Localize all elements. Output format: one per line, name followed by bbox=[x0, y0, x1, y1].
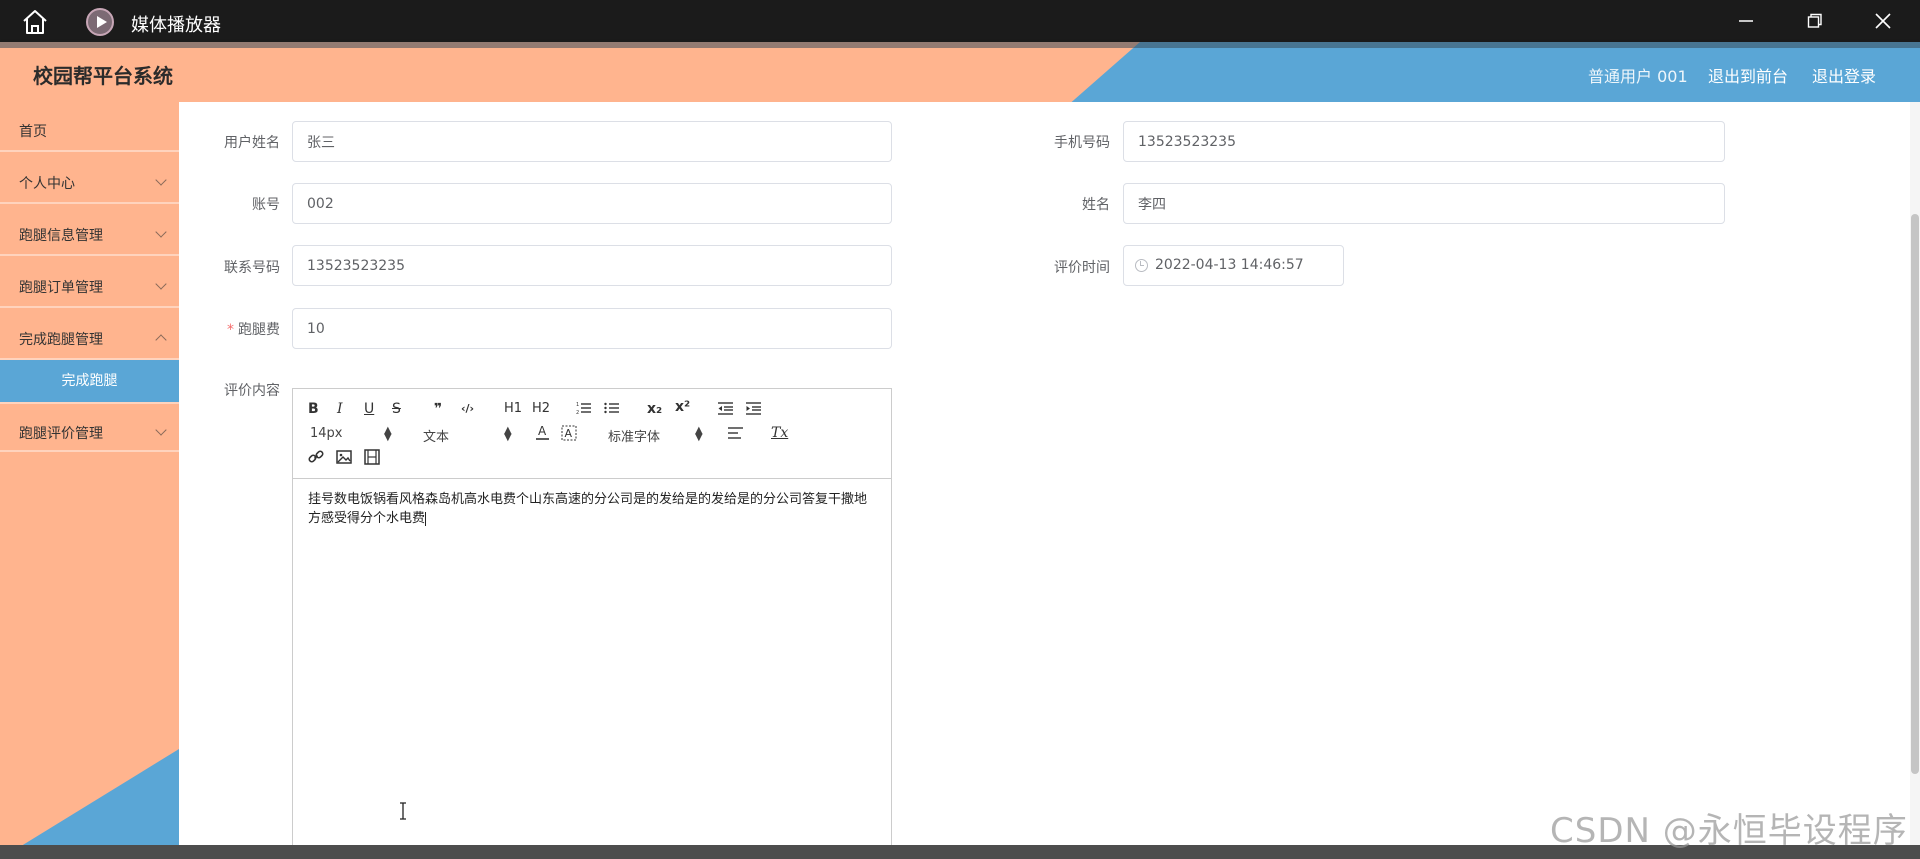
indent-icon[interactable] bbox=[746, 401, 762, 419]
window-titlebar: 媒体播放器 bbox=[0, 0, 1920, 42]
scrollbar-thumb[interactable] bbox=[1911, 214, 1919, 774]
window-title: 媒体播放器 bbox=[131, 15, 221, 36]
blockquote-button[interactable]: ❞ bbox=[434, 401, 442, 417]
image-icon[interactable] bbox=[336, 449, 352, 469]
svg-text:A: A bbox=[538, 425, 547, 438]
close-button[interactable] bbox=[1853, 0, 1913, 42]
media-player-icon bbox=[86, 8, 114, 36]
link-icon[interactable] bbox=[308, 449, 324, 469]
strike-button[interactable]: S bbox=[392, 401, 401, 417]
sidebar-item-errand-orders[interactable]: 跑腿订单管理 bbox=[0, 258, 179, 308]
outdent-icon[interactable] bbox=[718, 401, 734, 419]
text-caret bbox=[425, 511, 427, 526]
font-size-select[interactable]: 14px ▲ ▼ bbox=[310, 425, 394, 443]
video-icon[interactable] bbox=[364, 449, 380, 469]
bold-button[interactable]: B bbox=[308, 401, 319, 417]
clean-format-button[interactable]: Tx bbox=[771, 425, 788, 441]
bullet-list-icon[interactable] bbox=[604, 401, 620, 419]
font-family-select[interactable]: 标准字体 ▲ ▼ bbox=[608, 425, 704, 446]
review-time-value: 2022-04-13 14:46:57 bbox=[1155, 257, 1304, 273]
clock-icon bbox=[1135, 259, 1148, 272]
watermark-text: CSDN @永恒毕设程序 bbox=[1550, 811, 1908, 851]
chevron-down-icon bbox=[155, 278, 167, 290]
sidebar-item-label: 个人中心 bbox=[19, 176, 75, 192]
header1-button[interactable]: H1 bbox=[504, 401, 522, 417]
align-left-icon[interactable] bbox=[728, 426, 744, 444]
account-label: 账号 bbox=[252, 197, 280, 213]
home-icon[interactable] bbox=[20, 9, 50, 35]
vertical-scrollbar[interactable] bbox=[1910, 102, 1920, 859]
ordered-list-icon[interactable]: 12 bbox=[576, 401, 592, 419]
current-user-label: 普通用户 001 bbox=[1588, 67, 1688, 86]
app-header: 校园帮平台系统 普通用户 001 退出到前台 退出登录 bbox=[0, 42, 1920, 102]
sidebar-item-label: 首页 bbox=[19, 124, 47, 140]
chevron-down-icon bbox=[155, 424, 167, 436]
editor-toolbar: B I U S ❞ ‹/› H1 H2 12 x₂ x² 14px ▲ ▼ 文本 … bbox=[293, 389, 891, 479]
restore-button[interactable] bbox=[1785, 0, 1845, 42]
select-arrows-icon: ▲ ▼ bbox=[695, 425, 703, 443]
header-top-stripe bbox=[0, 42, 1920, 48]
svg-text:1: 1 bbox=[576, 402, 579, 408]
rich-text-editor[interactable]: B I U S ❞ ‹/› H1 H2 12 x₂ x² 14px ▲ ▼ 文本 … bbox=[292, 388, 892, 859]
chevron-up-icon bbox=[155, 334, 167, 346]
sidebar-decoration bbox=[0, 749, 179, 859]
header-select[interactable]: 文本 ▲ ▼ bbox=[423, 425, 513, 446]
editor-content[interactable]: 挂号数电饭锅看风格森岛机高水电费个山东高速的分公司是的发给是的发给是的分公司答复… bbox=[308, 490, 878, 528]
sidebar-item-errand-reviews[interactable]: 跑腿评价管理 bbox=[0, 402, 179, 452]
review-time-label: 评价时间 bbox=[1054, 260, 1110, 276]
select-arrows-icon: ▲ ▼ bbox=[504, 425, 512, 443]
sidebar-item-label: 跑腿信息管理 bbox=[19, 228, 103, 244]
header2-button[interactable]: H2 bbox=[532, 401, 550, 417]
chevron-down-icon bbox=[155, 226, 167, 238]
username-label: 用户姓名 bbox=[224, 135, 280, 151]
review-content-label: 评价内容 bbox=[224, 383, 280, 399]
fee-input[interactable] bbox=[292, 308, 892, 349]
contact-input[interactable] bbox=[292, 245, 892, 286]
sidebar-item-home[interactable]: 首页 bbox=[0, 102, 179, 152]
editor-text: 挂号数电饭锅看风格森岛机高水电费个山东高速的分公司是的发给是的发给是的分公司答复… bbox=[308, 492, 868, 526]
svg-text:2: 2 bbox=[576, 410, 579, 415]
sidebar-item-completed-errands[interactable]: 完成跑腿管理 bbox=[0, 310, 179, 360]
contact-label: 联系号码 bbox=[224, 260, 280, 276]
app-title: 校园帮平台系统 bbox=[33, 64, 173, 88]
sidebar-item-label: 跑腿订单管理 bbox=[19, 280, 103, 296]
font-color-icon[interactable]: A bbox=[535, 424, 551, 445]
sidebar-subitem-completed-errand[interactable]: 完成跑腿 bbox=[0, 360, 179, 402]
name-label: 姓名 bbox=[1082, 197, 1110, 213]
code-block-button[interactable]: ‹/› bbox=[461, 401, 474, 417]
font-size-value: 14px bbox=[310, 426, 343, 441]
minimize-button[interactable] bbox=[1716, 0, 1776, 42]
subscript-button[interactable]: x₂ bbox=[647, 401, 662, 417]
superscript-button[interactable]: x² bbox=[675, 399, 690, 415]
sidebar-item-errand-info[interactable]: 跑腿信息管理 bbox=[0, 206, 179, 256]
background-color-icon[interactable]: A bbox=[561, 425, 577, 445]
username-input[interactable] bbox=[292, 121, 892, 162]
sidebar: 首页 个人中心 跑腿信息管理 跑腿订单管理 完成跑腿管理 完成跑腿 跑腿评价管理 bbox=[0, 102, 179, 859]
required-mark: * bbox=[227, 322, 234, 338]
sidebar-item-personal-center[interactable]: 个人中心 bbox=[0, 154, 179, 204]
phone-input[interactable] bbox=[1123, 121, 1725, 162]
exit-to-front-link[interactable]: 退出到前台 bbox=[1708, 63, 1788, 87]
fee-label: * 跑腿费 bbox=[212, 319, 280, 339]
chevron-down-icon bbox=[155, 174, 167, 186]
font-family-value: 标准字体 bbox=[608, 430, 661, 445]
sidebar-item-label: 完成跑腿管理 bbox=[19, 332, 103, 348]
underline-button[interactable]: U bbox=[364, 401, 374, 417]
header-select-value: 文本 bbox=[423, 430, 450, 445]
name-input[interactable] bbox=[1123, 183, 1725, 224]
phone-label: 手机号码 bbox=[1054, 135, 1110, 151]
select-arrows-icon: ▲ ▼ bbox=[384, 425, 392, 443]
review-time-picker[interactable]: 2022-04-13 14:46:57 bbox=[1123, 245, 1344, 286]
fee-label-text: 跑腿费 bbox=[238, 322, 280, 338]
italic-button[interactable]: I bbox=[337, 401, 343, 417]
svg-text:A: A bbox=[565, 427, 573, 440]
account-input[interactable] bbox=[292, 183, 892, 224]
text-cursor-icon bbox=[400, 802, 406, 820]
sidebar-item-label: 跑腿评价管理 bbox=[19, 426, 103, 442]
logout-link[interactable]: 退出登录 bbox=[1812, 63, 1876, 87]
